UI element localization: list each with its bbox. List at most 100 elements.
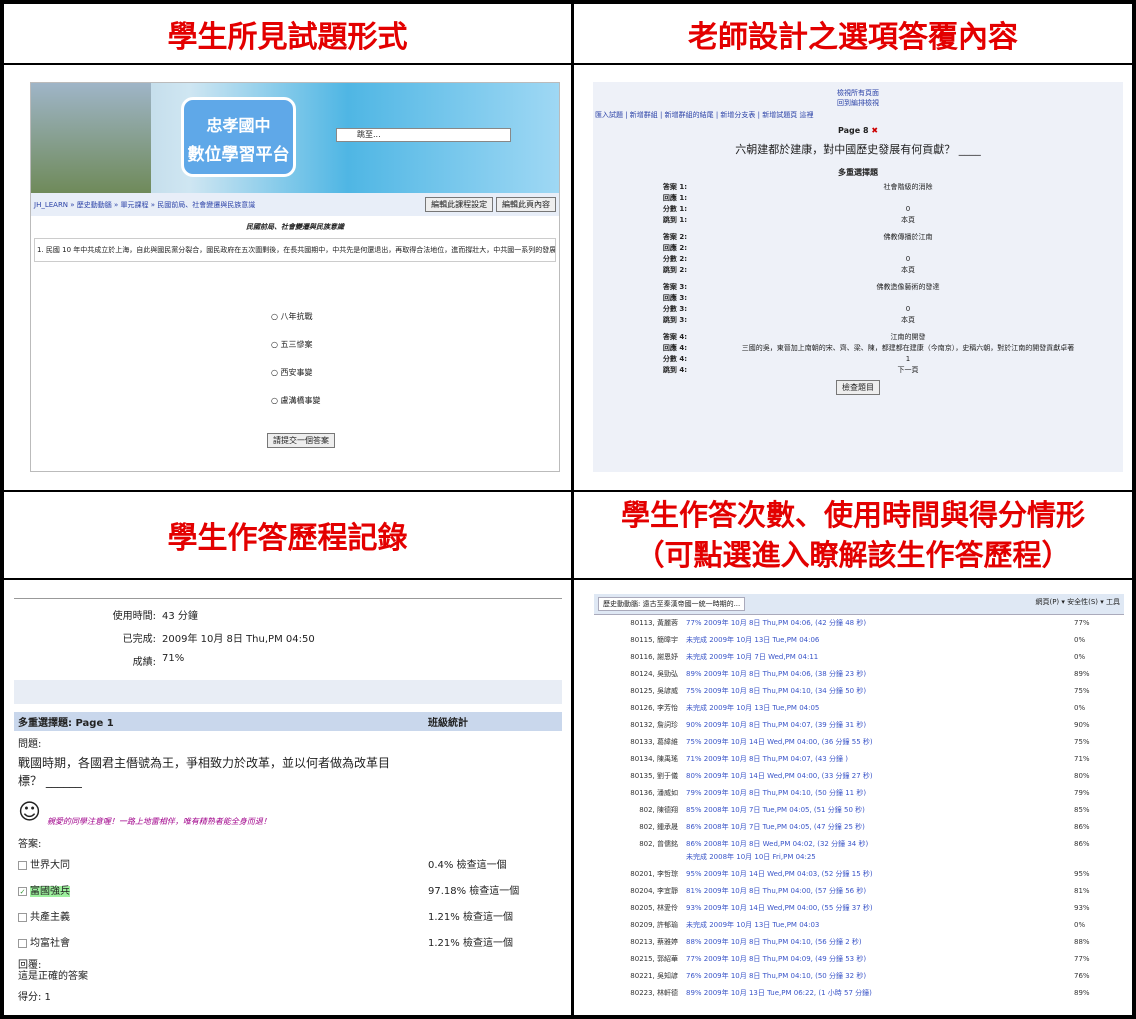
top-link-back[interactable]: 回到編排檢視 [593, 98, 1123, 108]
top-link-all-pages[interactable]: 檢視所有頁面 [593, 88, 1123, 98]
attempt-detail-link[interactable]: 75% 2009年 10月 8日 Thu,PM 04:10, (34 分鐘 50… [686, 685, 1074, 698]
lesson-subtitle: 民國前局、社會變遷與民族意識 [246, 223, 344, 231]
attempt-detail-link[interactable]: 77% 2009年 10月 8日 Thu,PM 04:09, (49 分鐘 53… [686, 953, 1074, 966]
attempt-detail: 81% 2009年 10月 8日 Thu,PM 04:00, (57 分鐘 56… [686, 887, 867, 895]
attempt-detail: 86% 2008年 10月 7日 Tue,PM 04:05, (47 分鐘 25… [686, 823, 865, 831]
answer-table-row: 答案 3: 佛教造像藝術的發達 [593, 282, 1123, 293]
grid-divider-row1 [4, 63, 1132, 65]
student-row[interactable]: 80125, 吳諺威 75% 2009年 10月 8日 Thu,PM 04:10,… [594, 683, 1124, 700]
student-row[interactable]: 80132, 詹詞珍 90% 2009年 10月 8日 Thu,PM 04:07,… [594, 717, 1124, 734]
attempt-detail-link[interactable]: 未完成 2009年 10月 13日 Tue,PM 04:06 [686, 634, 1074, 647]
logo-line2: 數位學習平台 [187, 145, 290, 165]
attempt-detail-link[interactable]: 89% 2009年 10月 13日 Tue,PM 06:22, (1 小時 57… [686, 987, 1074, 1000]
student-id: 802, 鍾承晟 [639, 823, 678, 831]
student-row[interactable]: 802, 鍾承晟 86% 2008年 10月 7日 Tue,PM 04:05, (… [594, 819, 1124, 836]
student-row[interactable]: 80223, 林軒德 89% 2009年 10月 13日 Tue,PM 06:22… [594, 985, 1124, 1002]
jump-select[interactable]: 跳至... [336, 128, 511, 142]
student-id: 80125, 吳諺威 [630, 687, 678, 695]
attempt-detail-link[interactable]: 77% 2009年 10月 8日 Thu,PM 04:06, (42 分鐘 48… [686, 617, 1074, 630]
answer-table-row: 分數 1: 0 [593, 204, 1123, 215]
student-id: 80209, 許郁瑜 [630, 921, 678, 929]
option-2[interactable]: ○ 五三慘案 [271, 331, 321, 359]
student-id: 80132, 詹詞珍 [630, 721, 678, 729]
student-id: 80126, 李芳怡 [630, 704, 678, 712]
row-value: 社會階級的消除 [883, 183, 933, 191]
student-row[interactable]: 80201, 李哲琮 95% 2009年 10月 14日 Wed,PM 04:03… [594, 866, 1124, 883]
row-label: 分數 1: [662, 205, 687, 213]
row-label: 分數 4: [662, 355, 687, 363]
attempt-detail-link[interactable]: 80% 2009年 10月 14日 Wed,PM 04:00, (33 分鐘 2… [686, 770, 1074, 783]
attempt-detail: 77% 2009年 10月 8日 Thu,PM 04:06, (42 分鐘 48… [686, 619, 867, 627]
attempt-detail-link[interactable]: 89% 2009年 10月 8日 Thu,PM 04:06, (38 分鐘 23… [686, 668, 1074, 681]
row-label: 跳到 3: [662, 316, 687, 324]
score-percent: 85% [1074, 806, 1090, 814]
student-id: 802, 曾儒銘 [639, 840, 678, 848]
student-row[interactable]: 80205, 林愛伶 93% 2009年 10月 14日 Wed,PM 04:00… [594, 900, 1124, 917]
student-row[interactable]: 80225, 洪劭軒未完成 2009年 10月 13日 Tue,PM 04:04… [594, 1002, 1124, 1006]
attempt-detail-link[interactable]: 81% 2009年 10月 8日 Thu,PM 04:00, (57 分鐘 56… [686, 885, 1074, 898]
score-percent: 95% [1074, 870, 1090, 878]
score-percent: 0% [1074, 636, 1086, 644]
attempt-detail-link[interactable]: 未完成 2009年 10月 13日 Tue,PM 04:03 [686, 919, 1074, 932]
attempt-detail-link[interactable]: 93% 2009年 10月 14日 Wed,PM 04:00, (55 分鐘 3… [686, 902, 1074, 915]
attempt-detail-link[interactable]: 85% 2008年 10月 7日 Tue,PM 04:05, (51 分鐘 50… [686, 804, 1074, 817]
browser-tools[interactable]: 網頁(P) ▾ 安全性(S) ▾ 工具 [1035, 597, 1120, 611]
student-row[interactable]: 80115, 簡暐宇 未完成 2009年 10月 13日 Tue,PM 04:06… [594, 632, 1124, 649]
check-question-button[interactable]: 檢查題目 [836, 380, 880, 395]
row-value: 0 [905, 305, 911, 313]
edit-course-button[interactable]: 編輯此課程設定 [425, 197, 494, 212]
student-row[interactable]: 80124, 吳勁弘 89% 2009年 10月 8日 Thu,PM 04:06,… [594, 666, 1124, 683]
row-label: 跳到 1: [662, 216, 687, 224]
screenshot-teacher-design: 檢視所有頁面 回到編排檢視 匯入試題 | 新增群組 | 新增群組的結尾 | 新增… [593, 82, 1123, 472]
answer-option: 共產主義 1.21% 檢查這一個 [18, 908, 558, 923]
attempt-detail: 75% 2009年 10月 8日 Thu,PM 04:10, (34 分鐘 50… [686, 687, 867, 695]
answer-stat-link[interactable]: 1.21% 檢查這一個 [428, 908, 558, 923]
student-row[interactable]: 80215, 郭紹華 77% 2009年 10月 8日 Thu,PM 04:09,… [594, 951, 1124, 968]
attempt-detail-link[interactable]: 88% 2009年 10月 8日 Thu,PM 04:10, (56 分鐘 2 … [686, 936, 1074, 949]
attempt-detail-link[interactable]: 71% 2009年 10月 8日 Thu,PM 04:07, (43 分鐘 ) [686, 753, 1074, 766]
attempt-detail-link[interactable]: 86% 2008年 10月 8日 Wed,PM 04:02, (32 分鐘 34… [686, 838, 1074, 864]
student-id: 80213, 蔡雅婷 [630, 938, 678, 946]
attempt-detail-link[interactable]: 79% 2009年 10月 8日 Thu,PM 04:10, (50 分鐘 11… [686, 787, 1074, 800]
student-row[interactable]: 80213, 蔡雅婷 88% 2009年 10月 8日 Thu,PM 04:10,… [594, 934, 1124, 951]
student-row[interactable]: 80204, 李宜靜 81% 2009年 10月 8日 Thu,PM 04:00,… [594, 883, 1124, 900]
edit-page-button[interactable]: 編輯此頁內容 [496, 197, 556, 212]
score-percent: 0% [1074, 1004, 1124, 1006]
attempt-detail-link[interactable]: 未完成 2009年 10月 7日 Wed,PM 04:11 [686, 651, 1074, 664]
student-row[interactable]: 80116, 謝恩妤 未完成 2009年 10月 7日 Wed,PM 04:11 0… [594, 649, 1124, 666]
student-row[interactable]: 80134, 陳禹瑤 71% 2009年 10月 8日 Thu,PM 04:07,… [594, 751, 1124, 768]
attempt-detail-link[interactable]: 未完成 2009年 10月 13日 Tue,PM 04:05 [686, 702, 1074, 715]
attempt-detail-link[interactable]: 75% 2009年 10月 14日 Wed,PM 04:00, (36 分鐘 5… [686, 736, 1074, 749]
attempt-detail-link[interactable]: 90% 2009年 10月 8日 Thu,PM 04:07, (39 分鐘 31… [686, 719, 1074, 732]
student-row[interactable]: 802, 曾儒銘 86% 2008年 10月 8日 Wed,PM 04:02, (… [594, 836, 1124, 866]
student-row[interactable]: 80133, 葛緯維 75% 2009年 10月 14日 Wed,PM 04:00… [594, 734, 1124, 751]
breadcrumb[interactable]: JH_LEARN » 歷史動動腦 » 單元課程 » 民國前局、社會變遷與民族意識 [34, 200, 255, 210]
attempt-detail-link[interactable]: 76% 2009年 10月 8日 Thu,PM 04:10, (50 分鐘 32… [686, 970, 1074, 983]
option-1[interactable]: ○ 八年抗戰 [271, 303, 321, 331]
student-row[interactable]: 80113, 黃麗蓉 77% 2009年 10月 8日 Thu,PM 04:06,… [594, 615, 1124, 632]
score-percent: 75% [1074, 687, 1090, 695]
answer-table-row: 答案 2: 佛教傳播於江南 [593, 232, 1123, 243]
header-stats-line2: （可點選進入瞭解該生作答歷程） [635, 538, 1071, 572]
browser-tab[interactable]: 歷史動動腦: 遠古至秦漢帝國一統一時期的... [598, 597, 746, 611]
student-row[interactable]: 80136, 潘威如 79% 2009年 10月 8日 Thu,PM 04:10,… [594, 785, 1124, 802]
answer-stat-link[interactable]: 0.4% 檢查這一個 [428, 856, 558, 871]
student-row[interactable]: 80209, 許郁瑜 未完成 2009年 10月 13日 Tue,PM 04:03… [594, 917, 1124, 934]
nav-links[interactable]: 匯入試題 | 新增群組 | 新增群組的結尾 | 新增分支表 | 新增試題頁 這裡 [595, 110, 1121, 120]
student-row[interactable]: 80135, 劉于儀 80% 2009年 10月 14日 Wed,PM 04:00… [594, 768, 1124, 785]
answer-stat-link[interactable]: 97.18% 檢查這一個 [428, 882, 558, 897]
attempt-detail-link[interactable]: 未完成 2009年 10月 13日 Tue,PM 04:04 [686, 1004, 1074, 1006]
answer-stat-link[interactable]: 1.21% 檢查這一個 [428, 934, 558, 949]
student-row[interactable]: 80221, 吳知諺 76% 2009年 10月 8日 Thu,PM 04:10,… [594, 968, 1124, 985]
submit-answer-button[interactable]: 請提交一個答案 [267, 433, 335, 448]
student-id: 80135, 劉于儀 [630, 772, 678, 780]
score-line: 得分: 1 [18, 992, 51, 1003]
student-row[interactable]: 80126, 李芳怡 未完成 2009年 10月 13日 Tue,PM 04:05… [594, 700, 1124, 717]
screenshot-student-quiz: 忠孝國中 數位學習平台 跳至... JH_LEARN » 歷史動動腦 » 單元課… [30, 82, 560, 472]
option-3[interactable]: ○ 西安事變 [271, 359, 321, 387]
option-4[interactable]: ○ 盧溝橋事變 [271, 387, 321, 415]
student-row[interactable]: 802, 陳德翔 85% 2008年 10月 7日 Tue,PM 04:05, (… [594, 802, 1124, 819]
row-value: 佛教傳播於江南 [883, 233, 933, 241]
attempt-detail-link[interactable]: 95% 2009年 10月 14日 Wed,PM 04:03, (52 分鐘 1… [686, 868, 1074, 881]
attempt-detail-link[interactable]: 86% 2008年 10月 7日 Tue,PM 04:05, (47 分鐘 25… [686, 821, 1074, 834]
